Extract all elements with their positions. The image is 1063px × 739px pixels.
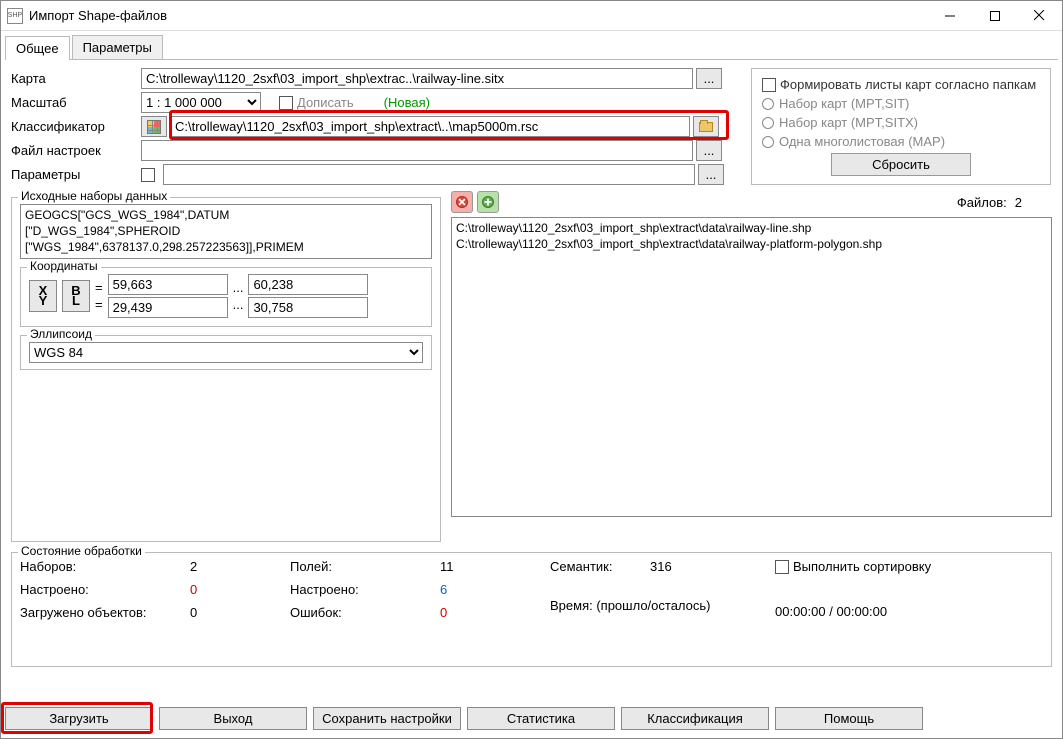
folder-open-icon xyxy=(699,122,713,132)
scale-select[interactable]: 1 : 1 000 000 xyxy=(141,92,261,113)
files-count: 2 xyxy=(1015,195,1022,210)
app-icon: SHP xyxy=(7,8,23,24)
minimize-button[interactable] xyxy=(927,1,972,30)
time-label: Время: (прошло/осталось) xyxy=(550,598,711,613)
add-file-button[interactable] xyxy=(477,191,499,213)
coord-y1[interactable] xyxy=(108,297,228,318)
tab-parameters[interactable]: Параметры xyxy=(72,35,163,59)
sem-label: Семантик: xyxy=(550,559,650,574)
radio-mpt-sit-label: Набор карт (MPT,SIT) xyxy=(779,96,909,111)
sort-checkbox[interactable] xyxy=(775,560,789,574)
maximize-icon xyxy=(990,11,1000,21)
file-list[interactable]: C:\trolleway\1120_2sxf\03_import_shp\ext… xyxy=(451,217,1052,517)
titlebar: SHP Импорт Shape-файлов xyxy=(1,1,1062,31)
err-label: Ошибок: xyxy=(290,605,440,620)
settings-file-label: Файл настроек xyxy=(11,143,141,158)
loaded-label: Загружено объектов: xyxy=(20,605,190,620)
status-fieldset: Состояние обработки Наборов:2 Настроено:… xyxy=(11,552,1052,667)
dots-1: ... xyxy=(233,280,244,295)
parameters-browse-button[interactable]: ... xyxy=(698,164,724,185)
cfg-value: 0 xyxy=(190,582,197,597)
form-sheets-label: Формировать листы карт согласно папкам xyxy=(780,77,1036,92)
ellipsoid-select[interactable]: WGS 84 xyxy=(29,342,423,363)
fields-value: 11 xyxy=(440,559,454,574)
remove-file-button[interactable] xyxy=(451,191,473,213)
sourcesets-legend: Исходные наборы данных xyxy=(18,189,170,203)
projection-textarea[interactable]: GEOGCS["GCS_WGS_1984",DATUM ["D_WGS_1984… xyxy=(20,204,432,259)
loaded-value: 0 xyxy=(190,605,197,620)
coord-x1[interactable] xyxy=(108,274,228,295)
radio-map[interactable] xyxy=(762,136,774,148)
load-button[interactable]: Загрузить xyxy=(5,707,153,730)
reset-button[interactable]: Сбросить xyxy=(831,153,971,176)
classification-button[interactable]: Классификация xyxy=(621,707,769,730)
classifier-grid-button[interactable] xyxy=(141,116,167,137)
fields-label: Полей: xyxy=(290,559,440,574)
eq-1: = xyxy=(95,280,103,295)
settings-browse-button[interactable]: ... xyxy=(696,140,722,161)
files-count-label: Файлов: xyxy=(957,195,1007,210)
sourcesets-fieldset: Исходные наборы данных GEOGCS["GCS_WGS_1… xyxy=(11,197,441,542)
grid-icon xyxy=(147,120,161,134)
fcfg-label: Настроено: xyxy=(290,582,440,597)
tab-bar: Общее Параметры xyxy=(5,35,1058,60)
coord-x2[interactable] xyxy=(248,274,368,295)
exit-button[interactable]: Выход xyxy=(159,707,307,730)
ellipsoid-fieldset: Эллипсоид WGS 84 xyxy=(20,335,432,370)
scale-label: Масштаб xyxy=(11,95,141,110)
statistics-button[interactable]: Статистика xyxy=(467,707,615,730)
radio-mpt-sit[interactable] xyxy=(762,98,774,110)
sets-label: Наборов: xyxy=(20,559,190,574)
close-button[interactable] xyxy=(1017,1,1062,30)
parameters-input[interactable] xyxy=(163,164,695,185)
radio-map-label: Одна многолистовая (MAP) xyxy=(779,134,945,149)
cfg-label: Настроено: xyxy=(20,582,190,597)
new-indicator: (Новая) xyxy=(384,95,430,110)
map-label: Карта xyxy=(11,71,141,86)
parameters-checkbox[interactable] xyxy=(141,168,155,182)
radio-mpt-sitx-label: Набор карт (MPT,SITX) xyxy=(779,115,918,130)
minimize-icon xyxy=(945,11,955,21)
map-browse-button[interactable]: ... xyxy=(696,68,722,89)
settings-file-input[interactable] xyxy=(141,140,693,161)
sheets-panel: Формировать листы карт согласно папкам Н… xyxy=(751,68,1051,185)
help-button[interactable]: Помощь xyxy=(775,707,923,730)
add-icon xyxy=(482,196,494,208)
bl-button[interactable]: B L xyxy=(62,280,90,312)
xy-bot: Y xyxy=(39,296,48,306)
sets-value: 2 xyxy=(190,559,197,574)
window-title: Импорт Shape-файлов xyxy=(29,8,927,23)
bl-bot: L xyxy=(72,296,80,306)
maximize-button[interactable] xyxy=(972,1,1017,30)
classifier-input[interactable] xyxy=(170,116,690,137)
tab-general[interactable]: Общее xyxy=(5,36,70,60)
append-checkbox[interactable] xyxy=(279,96,293,110)
coord-y2[interactable] xyxy=(248,297,368,318)
eq-2: = xyxy=(95,297,103,312)
coords-fieldset: Координаты X Y B L = xyxy=(20,267,432,327)
status-legend: Состояние обработки xyxy=(18,544,145,558)
err-value: 0 xyxy=(440,605,447,620)
save-settings-button[interactable]: Сохранить настройки xyxy=(313,707,461,730)
fcfg-value: 6 xyxy=(440,582,447,597)
close-icon xyxy=(1034,10,1045,21)
xy-button[interactable]: X Y xyxy=(29,280,57,312)
append-label: Дописать xyxy=(297,95,354,110)
coords-legend: Координаты xyxy=(27,259,101,273)
time-value: 00:00:00 / 00:00:00 xyxy=(775,604,1043,619)
sem-value: 316 xyxy=(650,559,672,574)
map-input[interactable] xyxy=(141,68,693,89)
form-sheets-checkbox[interactable] xyxy=(762,78,776,92)
classifier-label: Классификатор xyxy=(11,119,141,134)
dots-2: ... xyxy=(233,297,244,312)
delete-icon xyxy=(456,196,468,208)
parameters-label: Параметры xyxy=(11,167,141,182)
classifier-browse-button[interactable] xyxy=(693,116,719,137)
radio-mpt-sitx[interactable] xyxy=(762,117,774,129)
sort-label: Выполнить сортировку xyxy=(793,559,931,574)
ellipsoid-legend: Эллипсоид xyxy=(27,327,95,341)
